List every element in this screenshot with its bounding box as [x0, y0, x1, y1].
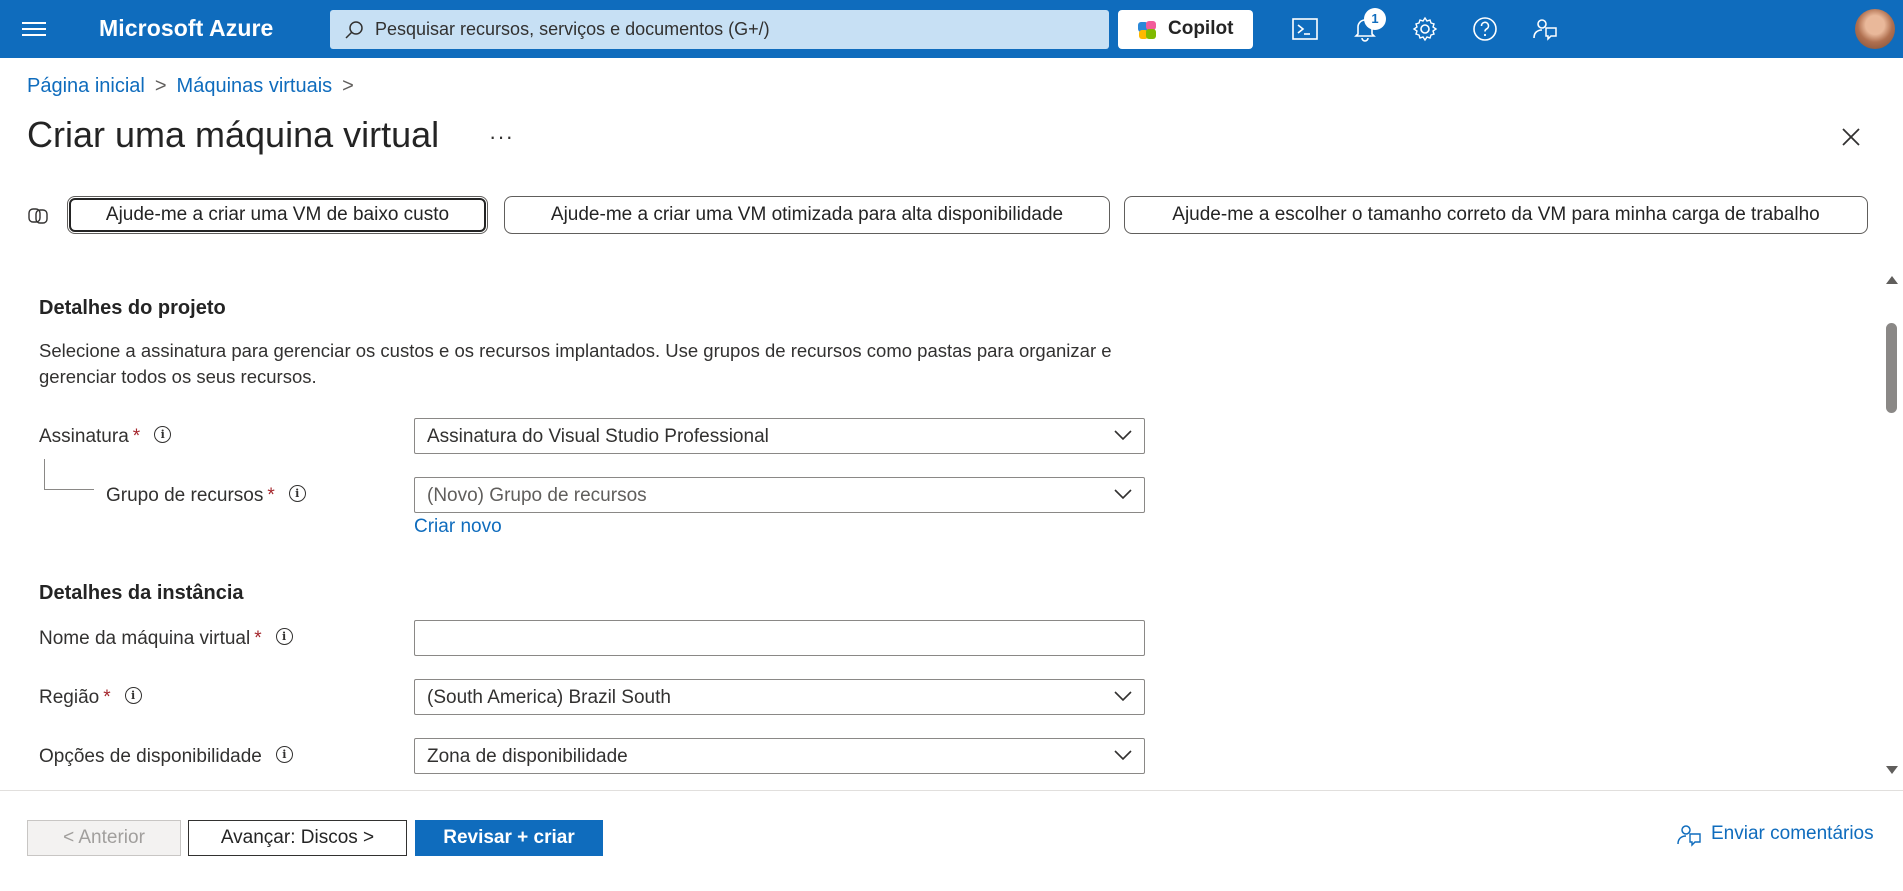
close-icon[interactable] — [1838, 124, 1864, 150]
region-label: Região * i — [39, 687, 142, 709]
copilot-suggestion-icon — [28, 208, 48, 224]
region-value: (South America) Brazil South — [427, 687, 671, 708]
suggestion-low-cost-vm[interactable]: Ajude-me a criar uma VM de baixo custo — [67, 196, 488, 234]
user-avatar[interactable] — [1855, 9, 1895, 49]
info-icon[interactable]: i — [275, 628, 293, 646]
availability-options-value: Zona de disponibilidade — [427, 746, 628, 767]
vm-name-input[interactable] — [414, 620, 1145, 656]
suggestion-high-availability-vm[interactable]: Ajude-me a criar uma VM otimizada para a… — [504, 196, 1110, 234]
scrollbar-thumb[interactable] — [1886, 323, 1897, 413]
info-icon[interactable]: i — [154, 426, 172, 444]
resource-group-label: Grupo de recursos * i — [106, 485, 306, 507]
scroll-down-arrow[interactable] — [1886, 766, 1898, 774]
breadcrumb-vms-link[interactable]: Máquinas virtuais — [177, 75, 333, 97]
region-select[interactable]: (South America) Brazil South — [414, 679, 1145, 715]
help-icon[interactable] — [1470, 14, 1500, 44]
chevron-down-icon — [1114, 489, 1132, 500]
chevron-down-icon — [1114, 691, 1132, 702]
subscription-value: Assinatura do Visual Studio Professional — [427, 426, 769, 447]
availability-options-label: Opções de disponibilidade i — [39, 746, 293, 768]
feedback-icon — [1677, 825, 1701, 847]
subscription-select[interactable]: Assinatura do Visual Studio Professional — [414, 418, 1145, 454]
scroll-up-arrow[interactable] — [1886, 276, 1898, 284]
copilot-label: Copilot — [1168, 18, 1234, 39]
info-icon[interactable]: i — [275, 746, 293, 764]
send-feedback-label: Enviar comentários — [1711, 823, 1874, 844]
more-options-button[interactable]: ··· — [489, 124, 514, 150]
availability-options-select[interactable]: Zona de disponibilidade — [414, 738, 1145, 774]
tree-connector — [44, 459, 94, 490]
page-title: Criar uma máquina virtual — [27, 114, 440, 155]
create-new-link[interactable]: Criar novo — [414, 516, 502, 538]
breadcrumb-home-link[interactable]: Página inicial — [27, 75, 145, 97]
search-input[interactable]: Pesquisar recursos, serviços e documento… — [330, 10, 1109, 49]
next-disks-button[interactable]: Avançar: Discos > — [188, 820, 407, 856]
chevron-right-icon: > — [154, 75, 167, 97]
previous-button[interactable]: < Anterior — [27, 820, 181, 856]
info-icon[interactable]: i — [288, 485, 306, 503]
chevron-down-icon — [1114, 750, 1132, 761]
review-create-button[interactable]: Revisar + criar — [415, 820, 603, 856]
settings-icon[interactable] — [1410, 14, 1440, 44]
notification-count-badge: 1 — [1364, 8, 1386, 30]
footer-divider — [0, 790, 1903, 791]
search-icon — [345, 21, 363, 39]
resource-group-select[interactable]: (Novo) Grupo de recursos — [414, 477, 1145, 513]
project-details-heading: Detalhes do projeto — [39, 297, 226, 319]
top-bar: Microsoft Azure Pesquisar recursos, serv… — [0, 0, 1903, 58]
info-icon[interactable]: i — [124, 687, 142, 705]
vm-name-label: Nome da máquina virtual * i — [39, 628, 293, 650]
instance-details-heading: Detalhes da instância — [39, 582, 244, 604]
chevron-right-icon: > — [342, 75, 354, 97]
suggestion-vm-size[interactable]: Ajude-me a escolher o tamanho correto da… — [1124, 196, 1868, 234]
chevron-down-icon — [1114, 430, 1132, 441]
cloud-shell-icon[interactable] — [1290, 14, 1320, 44]
menu-icon[interactable] — [22, 18, 46, 38]
breadcrumb: Página inicial > Máquinas virtuais > — [27, 75, 364, 98]
subscription-label: Assinatura * i — [39, 426, 172, 448]
project-details-description: Selecione a assinatura para gerenciar os… — [39, 340, 1112, 387]
copilot-button[interactable]: Copilot — [1118, 10, 1253, 49]
brand-title[interactable]: Microsoft Azure — [99, 15, 273, 42]
feedback-icon[interactable] — [1530, 14, 1560, 44]
resource-group-value: (Novo) Grupo de recursos — [427, 485, 647, 506]
copilot-icon — [1138, 21, 1156, 39]
search-placeholder: Pesquisar recursos, serviços e documento… — [375, 19, 770, 39]
